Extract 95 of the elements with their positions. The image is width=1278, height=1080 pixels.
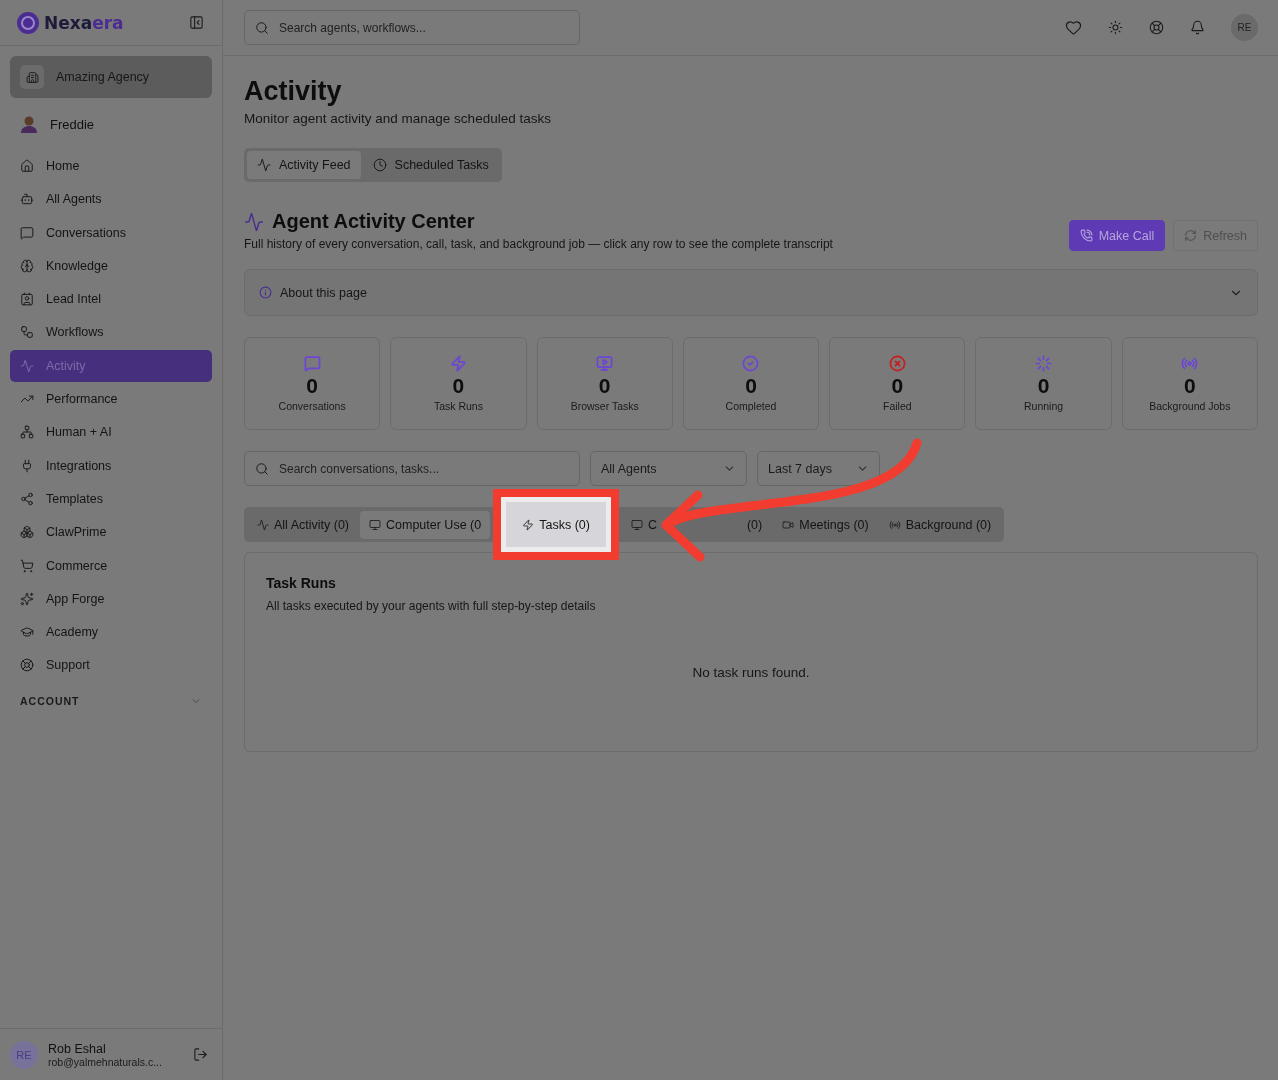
boxes-icon [20,525,34,540]
stat-value: 0 [1184,374,1196,398]
stat-value: 0 [598,374,611,398]
empty-message: No task runs found. [691,665,811,680]
home-icon [20,159,34,173]
filter-tab[interactable]: Computer Use (0 [360,510,491,539]
stat-value: 0 [1037,374,1050,398]
network-icon [20,425,34,440]
share-icon [20,491,34,506]
nav-item[interactable]: Knowledge [10,249,212,282]
stat-label: Background Jobs [1149,400,1231,412]
video-icon [782,518,795,531]
refresh-icon [1184,229,1198,242]
user-name: Rob Eshal [48,1041,107,1056]
monitor-icon [369,518,381,531]
brand-logo: Nexaera [16,10,124,35]
phone-icon [1079,229,1093,242]
stat-value: 0 [891,374,904,398]
page-title: Activity [244,76,343,107]
contact-icon [20,292,34,307]
stat-label: Task Runs [433,400,483,412]
logout-icon [193,1047,208,1062]
nav-item[interactable]: ClawPrime [10,516,212,549]
filter-tab[interactable]: Meetings (0) [773,510,878,539]
nav-item[interactable]: Home [10,150,212,182]
user-email: rob@yalmehnaturals.c... [48,1055,163,1068]
nav-item[interactable]: Workflows [10,316,212,349]
pulse-icon [257,158,271,172]
profile-item[interactable]: Freddie [0,98,222,150]
building-icon [25,70,39,84]
stat-label: Browser Tasks [570,400,639,412]
filter-tab[interactable]: C (0) [621,510,772,539]
nav-item[interactable]: Templates [10,482,212,515]
section-title: Agent Activity Center [272,210,475,233]
pulse-icon [257,518,269,531]
info-icon [259,286,272,299]
nav-item[interactable]: Commerce [10,549,212,582]
stat-value: 0 [452,374,465,398]
section-description: Full history of every conversation, call, task, and background job — click any row to see the complete transcript [244,237,833,251]
stat-value: 0 [745,374,757,398]
pulse-icon [244,211,264,232]
nav-item[interactable]: Activity [10,349,212,382]
nav-item[interactable]: Performance [10,383,212,416]
avatar-icon [20,115,38,133]
lightning-icon [522,518,535,531]
brain-icon [20,258,34,273]
panel-title: Task Runs [266,575,337,591]
make-call-button[interactable]: Make Call [1068,220,1166,251]
view-tab[interactable]: Scheduled Tasks [362,151,499,179]
chat-icon [20,225,34,240]
section-label: ACCOUNT [20,695,80,708]
user-avatar: RE [10,1040,38,1069]
filter-tab[interactable]: All Activity (0) [248,510,358,539]
page-subtitle: Monitor agent activity and manage scheduled tasks [244,111,552,126]
pulse-icon [20,358,34,373]
agent-select[interactable]: All Agents [590,451,747,486]
search-icon [255,20,269,35]
search-field[interactable]: Search conversations, tasks... [244,451,580,486]
workflow-icon [20,325,34,340]
plug-icon [20,458,34,473]
nav-item[interactable]: Academy [10,616,212,649]
monitor-icon [630,518,643,531]
clock-icon [372,158,387,172]
broadcast-icon [888,518,901,531]
lifebuoy-icon [1149,20,1164,35]
nav-item[interactable]: Conversations [10,216,212,249]
stat-label: Running [1024,400,1064,412]
stat-label: Conversations [278,400,346,412]
heart-icon [1065,19,1082,36]
sparkles-icon [20,591,34,606]
nav-item[interactable]: Lead Intel [10,283,212,316]
nav-item[interactable]: App Forge [10,582,212,615]
nav-item[interactable]: All Agents [10,183,212,216]
view-tab[interactable]: Activity Feed [247,151,361,179]
range-select[interactable]: Last 7 days [757,451,880,486]
sun-icon [1108,20,1123,35]
nav-item[interactable]: Support [10,649,212,682]
robot-icon [20,192,34,207]
nav-item[interactable]: Integrations [10,449,212,482]
user-avatar[interactable]: RE [1231,14,1258,41]
search-icon [255,461,269,476]
stat-label: Failed [882,400,912,412]
stat-value: 0 [306,374,318,398]
stat-label: Completed [725,400,777,412]
bell-icon [1190,20,1205,35]
lifebuoy-icon [20,658,34,673]
panel-description: All tasks executed by your agents with full step-by-step details [266,599,597,613]
filter-tab[interactable]: Background (0) [879,510,1001,539]
graduation-cap-icon [20,625,34,640]
nav-item[interactable]: Human + AI [10,416,212,449]
workspace-switcher[interactable]: Amazing Agency [10,56,212,98]
search-field[interactable]: Search agents, workflows... [244,10,580,45]
collapse-sidebar-icon [189,15,204,30]
cart-icon [20,558,34,573]
about-accordion[interactable]: About this page [244,269,1258,316]
